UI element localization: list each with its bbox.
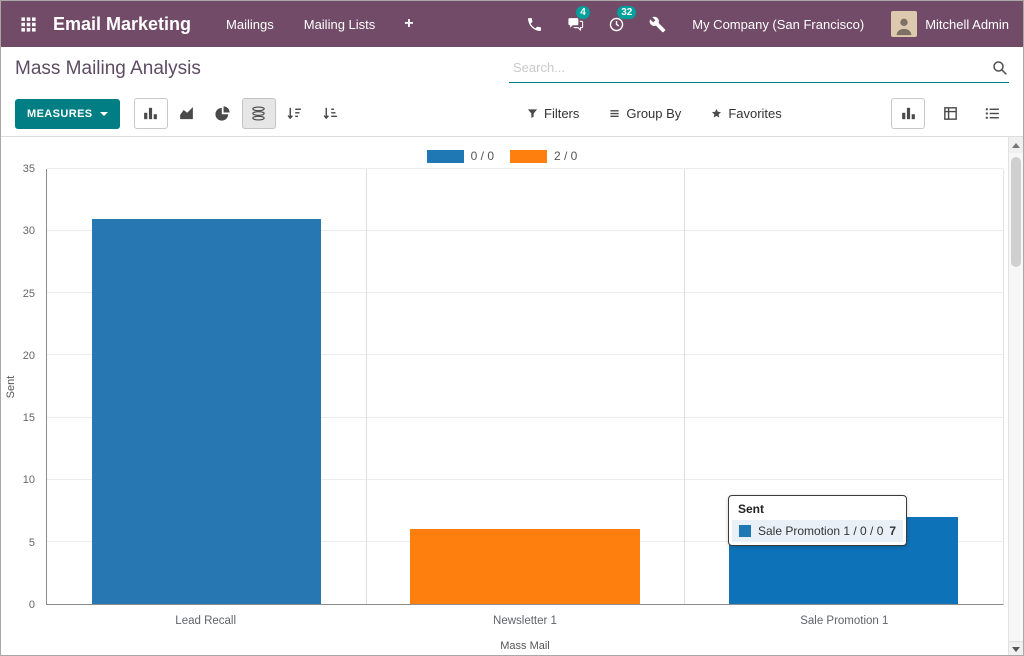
favorites-label: Favorites xyxy=(728,106,781,121)
v-gridline xyxy=(366,169,367,604)
apps-menu-icon[interactable] xyxy=(13,9,43,39)
x-axis-labels: Lead RecallNewsletter 1Sale Promotion 1 xyxy=(46,615,1004,627)
bar-lead-recall[interactable] xyxy=(92,219,321,604)
breadcrumb: Mass Mailing Analysis xyxy=(15,58,201,80)
control-panel-top: Mass Mailing Analysis xyxy=(1,47,1023,91)
tooltip-swatch xyxy=(739,525,751,537)
search-view xyxy=(509,55,1009,83)
sort-descending-button[interactable] xyxy=(278,98,312,129)
legend-label: 0 / 0 xyxy=(471,149,494,163)
sort-descending-icon xyxy=(286,105,303,122)
y-tick-label: 15 xyxy=(23,412,35,424)
y-tick-label: 25 xyxy=(23,288,35,300)
scroll-up-button[interactable] xyxy=(1009,137,1023,153)
y-tick-label: 20 xyxy=(23,350,35,362)
menu-mailing-lists[interactable]: Mailing Lists xyxy=(289,4,391,45)
scrollbar-thumb[interactable] xyxy=(1011,157,1021,267)
plus-icon[interactable]: + xyxy=(390,5,427,43)
tooltip-title: Sent xyxy=(732,499,903,520)
activities-badge: 32 xyxy=(617,6,636,19)
search-icon[interactable] xyxy=(991,59,1009,77)
measures-button[interactable]: MEASURES xyxy=(15,99,120,129)
legend-label: 2 / 0 xyxy=(554,149,577,163)
y-tick-label: 35 xyxy=(23,163,35,175)
y-tick-label: 5 xyxy=(29,537,35,549)
sort-ascending-button[interactable] xyxy=(314,98,348,129)
pivot-view-button[interactable] xyxy=(933,98,967,129)
messages-badge: 4 xyxy=(576,6,590,19)
measures-label: MEASURES xyxy=(27,108,93,120)
x-tick-label: Lead Recall xyxy=(46,615,365,627)
legend-swatch xyxy=(510,150,547,163)
control-panel-bottom: MEASURES xyxy=(1,91,1023,137)
graph-view-button[interactable] xyxy=(891,98,925,129)
y-tick-label: 30 xyxy=(23,225,35,237)
pie-chart-icon xyxy=(214,105,231,122)
avatar xyxy=(891,11,917,37)
top-navbar: Email Marketing Mailings Mailing Lists +… xyxy=(1,1,1023,47)
search-options: Filters Group By Favorites xyxy=(527,106,782,121)
systray: 4 32 My Company (San Francisco) Mitchell… xyxy=(524,11,1009,37)
menu-mailings[interactable]: Mailings xyxy=(211,4,289,45)
bar-chart-icon xyxy=(142,105,159,122)
bar-chart-button[interactable] xyxy=(134,98,168,129)
tooltip-value: 7 xyxy=(889,524,896,538)
pie-chart-button[interactable] xyxy=(206,98,240,129)
x-tick-label: Newsletter 1 xyxy=(365,615,684,627)
caret-down-icon xyxy=(100,112,108,116)
star-icon xyxy=(711,108,722,119)
debug-wrench-icon[interactable] xyxy=(647,14,667,34)
voip-phone-icon[interactable] xyxy=(524,14,544,34)
pivot-view-icon xyxy=(942,105,959,122)
scroll-up-icon xyxy=(1012,143,1020,148)
x-axis-title: Mass Mail xyxy=(46,640,1004,652)
tooltip-label: Sale Promotion 1 / 0 / 0 xyxy=(758,524,883,538)
user-name: Mitchell Admin xyxy=(925,17,1009,32)
filters-button[interactable]: Filters xyxy=(527,106,579,121)
graph-view-icon xyxy=(900,105,917,122)
h-gridline xyxy=(47,168,1003,169)
area-chart-icon xyxy=(178,105,195,122)
v-gridline xyxy=(684,169,685,604)
tooltip-row: Sale Promotion 1 / 0 / 0 7 xyxy=(732,520,903,542)
odoo-window: Email Marketing Mailings Mailing Lists +… xyxy=(0,0,1024,656)
scroll-down-icon xyxy=(1012,647,1020,652)
legend-item[interactable]: 0 / 0 xyxy=(427,149,494,163)
person-icon xyxy=(893,15,915,37)
vertical-scrollbar[interactable] xyxy=(1008,137,1023,656)
user-menu[interactable]: Mitchell Admin xyxy=(891,11,1009,37)
chart-tooltip: Sent Sale Promotion 1 / 0 / 0 7 xyxy=(728,495,907,546)
line-chart-button[interactable] xyxy=(170,98,204,129)
filters-label: Filters xyxy=(544,106,579,121)
chart-legend: 0 / 0 2 / 0 xyxy=(1,149,1003,163)
sort-ascending-icon xyxy=(322,105,339,122)
messages-icon[interactable]: 4 xyxy=(565,14,585,34)
favorites-button[interactable]: Favorites xyxy=(711,106,781,121)
grid-icon xyxy=(20,16,37,33)
graph-view: 0 / 0 2 / 0 Sent 0 5 10 15 20 25 30 35 Lead Reca… xyxy=(1,137,1023,656)
scroll-down-button[interactable] xyxy=(1009,641,1023,656)
company-switcher[interactable]: My Company (San Francisco) xyxy=(692,17,864,32)
app-title[interactable]: Email Marketing xyxy=(53,14,191,35)
chart-type-buttons xyxy=(134,98,348,129)
funnel-icon xyxy=(527,108,538,119)
stacked-icon xyxy=(250,105,267,122)
bar-newsletter-1[interactable] xyxy=(410,529,639,604)
y-axis-ticks: 05101520253035 xyxy=(1,169,41,605)
legend-item[interactable]: 2 / 0 xyxy=(510,149,577,163)
activities-clock-icon[interactable]: 32 xyxy=(606,14,626,34)
group-by-label: Group By xyxy=(626,106,681,121)
list-view-button[interactable] xyxy=(975,98,1009,129)
view-switcher xyxy=(891,98,1009,129)
x-tick-label: Sale Promotion 1 xyxy=(685,615,1004,627)
y-tick-label: 10 xyxy=(23,474,35,486)
legend-swatch xyxy=(427,150,464,163)
y-tick-label: 0 xyxy=(29,599,35,611)
list-view-icon xyxy=(984,105,1001,122)
search-input[interactable] xyxy=(509,55,991,80)
group-by-icon xyxy=(609,108,620,119)
stacked-toggle-button[interactable] xyxy=(242,98,276,129)
group-by-button[interactable]: Group By xyxy=(609,106,681,121)
